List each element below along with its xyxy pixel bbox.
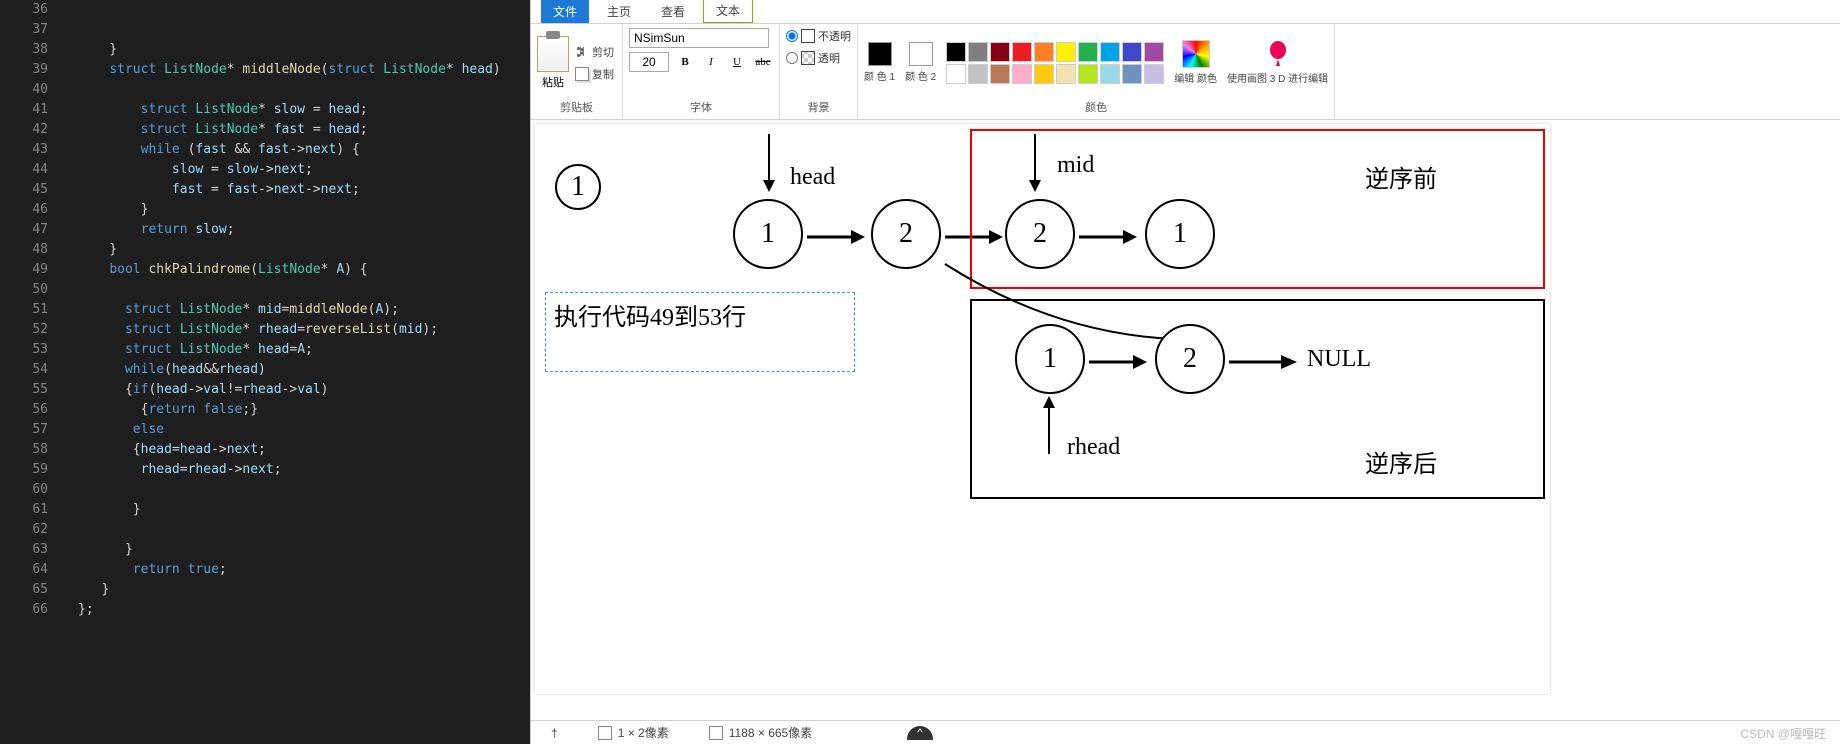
label-before: 逆序前 bbox=[1365, 159, 1437, 194]
color-swatch[interactable] bbox=[1144, 42, 1164, 62]
arrow-rhead bbox=[1039, 396, 1059, 456]
strike-button[interactable]: abc bbox=[753, 52, 773, 72]
color-swatch[interactable] bbox=[1034, 42, 1054, 62]
color-swatch[interactable] bbox=[1144, 64, 1164, 84]
ribbon: 粘贴 剪切 复制 剪贴板 bbox=[531, 24, 1840, 120]
colors-group-label: 颜色 bbox=[1085, 97, 1107, 115]
tab-file[interactable]: 文件 bbox=[541, 0, 589, 23]
group-clipboard: 粘贴 剪切 复制 剪贴板 bbox=[531, 24, 623, 119]
label-mid: mid bbox=[1057, 152, 1094, 179]
label-null: NULL bbox=[1307, 346, 1371, 373]
color-swatch[interactable] bbox=[946, 42, 966, 62]
color-swatch[interactable] bbox=[1012, 64, 1032, 84]
arrow-head bbox=[759, 134, 779, 194]
color-swatch[interactable] bbox=[1100, 42, 1120, 62]
color-swatch[interactable] bbox=[1122, 42, 1142, 62]
status-selection: 1 × 2像素 bbox=[598, 724, 669, 741]
group-colors: 颜 色 1 颜 色 2 编辑 颜色 使用画图 3 D 进行编辑 颜色 bbox=[858, 24, 1335, 119]
color-swatch[interactable] bbox=[968, 42, 988, 62]
group-font: B I U abc 字体 bbox=[623, 24, 780, 119]
color-swatch[interactable] bbox=[946, 64, 966, 84]
edit-colors-label: 编辑 颜色 bbox=[1174, 70, 1217, 85]
label-head: head bbox=[790, 164, 835, 191]
node-r1: 1 bbox=[1015, 324, 1085, 394]
scissors-icon bbox=[575, 45, 589, 59]
arrow-null bbox=[1229, 352, 1299, 372]
status-cursor: † bbox=[551, 726, 558, 740]
node-r2: 2 bbox=[1155, 324, 1225, 394]
copy-button[interactable]: 复制 bbox=[573, 65, 616, 83]
copy-icon bbox=[575, 67, 589, 81]
paint3d-icon[interactable] bbox=[1266, 40, 1290, 68]
color-swatch[interactable] bbox=[1056, 42, 1076, 62]
color-swatch[interactable] bbox=[1122, 64, 1142, 84]
line-gutter: 3637383940414243444546474849505152535455… bbox=[0, 0, 66, 744]
clipboard-group-label: 剪贴板 bbox=[560, 97, 593, 115]
arrow-r1 bbox=[1089, 352, 1149, 372]
canvas-area[interactable]: 1 head 1 2 mid 2 1 逆序前 1 2 NULL bbox=[531, 120, 1840, 720]
color-swatch[interactable] bbox=[968, 64, 988, 84]
font-name-select[interactable] bbox=[629, 28, 769, 48]
color-1[interactable] bbox=[868, 42, 892, 66]
selection-icon bbox=[598, 726, 612, 740]
arrow-mid bbox=[1025, 134, 1045, 194]
color-swatch[interactable] bbox=[990, 42, 1010, 62]
color-swatch[interactable] bbox=[1056, 64, 1076, 84]
status-dimensions: 1188 × 665像素 bbox=[709, 724, 813, 741]
label-after: 逆序后 bbox=[1365, 444, 1437, 479]
transparent-radio[interactable]: 透明 bbox=[786, 50, 840, 66]
node-lone: 1 bbox=[555, 164, 601, 210]
status-bar: † 1 × 2像素 1188 × 665像素 bbox=[531, 720, 1840, 744]
edit-colors-icon[interactable] bbox=[1182, 40, 1210, 68]
paste-icon[interactable] bbox=[537, 36, 569, 72]
color-swatch[interactable] bbox=[990, 64, 1010, 84]
color-swatch[interactable] bbox=[1078, 42, 1098, 62]
group-background: 不透明 透明 背景 bbox=[780, 24, 858, 119]
color-2[interactable] bbox=[909, 42, 933, 66]
arrow-m1 bbox=[1079, 227, 1139, 247]
paint3d-label: 使用画图 3 D 进行编辑 bbox=[1227, 70, 1328, 85]
opaque-radio[interactable]: 不透明 bbox=[786, 28, 851, 44]
font-size-select[interactable] bbox=[629, 52, 669, 72]
paste-label: 粘贴 bbox=[542, 74, 564, 90]
color-swatch[interactable] bbox=[1034, 64, 1054, 84]
color-swatch[interactable] bbox=[1012, 42, 1032, 62]
code-area[interactable]: } struct ListNode* middleNode(struct Lis… bbox=[66, 0, 530, 744]
tab-text[interactable]: 文本 bbox=[703, 0, 753, 23]
arrow-h1 bbox=[807, 227, 867, 247]
copy-label: 复制 bbox=[592, 66, 614, 82]
underline-button[interactable]: U bbox=[727, 52, 747, 72]
paint-window: 文件 主页 查看 文本 粘贴 剪切 复制 bbox=[530, 0, 1840, 744]
color-swatch[interactable] bbox=[1100, 64, 1120, 84]
bold-button[interactable]: B bbox=[675, 52, 695, 72]
drawing-canvas[interactable]: 1 head 1 2 mid 2 1 逆序前 1 2 NULL bbox=[535, 124, 1550, 694]
font-group-label: 字体 bbox=[690, 97, 712, 115]
italic-button[interactable]: I bbox=[701, 52, 721, 72]
color-swatch[interactable] bbox=[1078, 64, 1098, 84]
color-1-label: 颜 色 1 bbox=[864, 68, 895, 83]
tab-home[interactable]: 主页 bbox=[595, 0, 643, 23]
color-palette bbox=[946, 42, 1164, 84]
cut-label: 剪切 bbox=[592, 44, 614, 60]
cut-button[interactable]: 剪切 bbox=[573, 43, 616, 61]
tab-view[interactable]: 查看 bbox=[649, 0, 697, 23]
node-h1: 1 bbox=[733, 199, 803, 269]
label-rhead: rhead bbox=[1067, 434, 1120, 461]
color-2-label: 颜 色 2 bbox=[905, 68, 936, 83]
ribbon-tabs: 文件 主页 查看 文本 bbox=[531, 0, 1840, 24]
dimensions-icon bbox=[709, 726, 723, 740]
watermark: CSDN @嘎嘎旺 bbox=[1740, 725, 1826, 742]
bg-group-label: 背景 bbox=[808, 97, 830, 115]
code-editor[interactable]: 3637383940414243444546474849505152535455… bbox=[0, 0, 530, 744]
text-edit-box[interactable]: 执行代码49到53行 bbox=[545, 292, 855, 372]
node-h2: 2 bbox=[871, 199, 941, 269]
